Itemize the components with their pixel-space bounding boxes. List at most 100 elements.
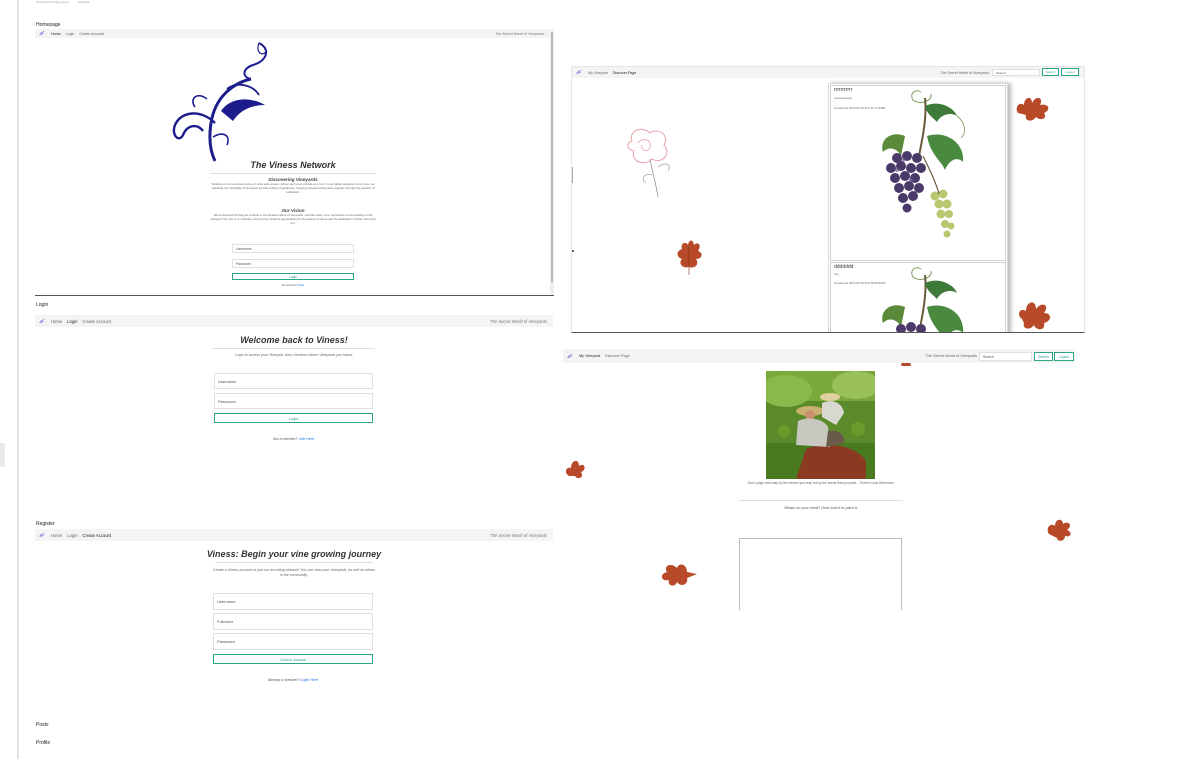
oak-leaf-icon [1041, 519, 1071, 542]
homepage-password-input[interactable]: Password [232, 259, 354, 268]
login-frame: Home Login Create Account The Secret Wor… [35, 315, 553, 515]
profile-quote: Don't judge each day by the harvest you … [747, 481, 895, 485]
grapes-illustration-icon [882, 267, 963, 332]
login-join-link[interactable]: Join Here [299, 437, 314, 441]
vine-logo-icon[interactable] [39, 31, 45, 36]
nav-search-button[interactable]: Search [1034, 352, 1053, 361]
profile-plant-prompt: Whats on your mind? Dont hold it in plan… [784, 506, 858, 510]
nav-discover-link[interactable]: Discover Page [605, 354, 630, 358]
leaf-fragment [901, 363, 911, 366]
nav-login-link[interactable]: Login [67, 319, 77, 324]
profile-navbar: My Vineyard Discover Page The Secret Wor… [563, 349, 1075, 363]
login-join-prompt: Not a member? Join Here [214, 437, 373, 441]
frame-label-profile: Profile [36, 740, 51, 746]
top-strip-text: Viness Home Page Layout [36, 0, 70, 4]
homepage-scrollbar-thumb[interactable] [551, 32, 553, 282]
left-edge-tick [572, 167, 573, 183]
nav-search-button[interactable]: Search [1042, 68, 1059, 76]
register-fullname-input[interactable]: Fullname [213, 613, 373, 630]
post-card-title: rrrrrrrrrrr [834, 87, 853, 93]
post-card[interactable]: ddddddd hey Created at 2024-05-10T12:20:… [830, 262, 1006, 332]
frame-label-login: Login [36, 302, 49, 308]
profile-frame: My Vineyard Discover Page The Secret Wor… [563, 348, 1075, 610]
nav-login-link[interactable]: Login [66, 32, 75, 36]
homepage-section2-text: We envisioned this blog as a tribute to … [210, 213, 376, 225]
nav-logout-button[interactable]: Logout [1054, 352, 1074, 361]
profile-divider [739, 500, 903, 501]
homepage-navbar: Home Login Create Account The Secret Wor… [35, 29, 550, 38]
nav-search-input[interactable]: Search [979, 352, 1032, 361]
profile-post-textarea[interactable] [739, 538, 902, 610]
discover-frame: My Vineyard Discover Page The Secret Wor… [571, 66, 1085, 333]
login-username-input[interactable]: Username [214, 373, 373, 389]
nav-home-link[interactable]: Home [51, 32, 61, 36]
nav-my-vineyard-link[interactable]: My Vineyard [579, 354, 600, 358]
register-frame: Home Login Create Account The Secret Wor… [35, 529, 553, 704]
login-button[interactable]: Login [214, 413, 373, 423]
nav-home-link[interactable]: Home [51, 533, 62, 538]
nav-create-account-link[interactable]: Create Account [82, 319, 111, 324]
register-unlock-button[interactable]: Unlock Access [213, 654, 373, 664]
homepage-frame: Home Login Create Account The Secret Wor… [35, 29, 554, 296]
frame-label-register: Register [36, 521, 55, 527]
post-card[interactable]: rrrrrrrrrrr ssssssssssss Created at 2024… [830, 85, 1006, 261]
vine-logo-icon[interactable] [39, 318, 45, 324]
homepage-title: The Viness Network [250, 160, 336, 170]
register-login-prompt-text: Already a member? [268, 678, 300, 682]
nav-login-link[interactable]: Login [67, 533, 77, 538]
register-password-input[interactable]: Password [213, 633, 373, 650]
canvas-left-rule [17, 0, 19, 759]
register-login-prompt: Already a member? Login Here [213, 678, 373, 682]
login-navbar: Home Login Create Account The Secret Wor… [35, 315, 553, 327]
register-login-link[interactable]: Login Here [300, 678, 318, 682]
post-card-body: ssssssssssss [834, 96, 852, 100]
nav-brand[interactable]: The Secret World of Vineyards [925, 354, 977, 358]
discover-navbar: My Vineyard Discover Page The Secret Wor… [572, 67, 1084, 78]
frame-label-posts: Posts [36, 722, 49, 728]
oak-leaf-icon [677, 240, 702, 275]
vine-logo-icon[interactable] [39, 532, 45, 538]
login-subtitle: Login to access your Vineyard. Also chec… [235, 353, 353, 357]
top-strip-select[interactable]: Select all [78, 0, 89, 4]
homepage-register-link[interactable]: Start [298, 283, 304, 287]
register-title: Viness: Begin your vine growing journey [206, 549, 382, 559]
nav-logout-button[interactable]: Logout [1061, 68, 1079, 76]
nav-discover-link[interactable]: Discover Page [613, 71, 636, 75]
oak-leaf-icon [1008, 97, 1049, 121]
oak-leaf-icon [565, 460, 585, 486]
nav-brand[interactable]: The Secret World of Vineyards [490, 319, 547, 324]
left-edge-dot [572, 250, 574, 252]
nav-brand[interactable]: The Secret World of Vineyards [940, 71, 989, 75]
nav-search-input[interactable]: Search [992, 69, 1040, 76]
homepage-login-button[interactable]: Login [232, 273, 354, 280]
homepage-username-input[interactable]: Username [232, 244, 354, 253]
homepage-register-prompt: No account? Start [232, 283, 354, 287]
homepage-divider [210, 173, 376, 174]
register-subtitle: Create a Viness account to join our recr… [212, 568, 375, 577]
vine-logo-icon[interactable] [567, 353, 573, 359]
nav-create-account-link[interactable]: Create Account [82, 533, 111, 538]
homepage-register-prompt-text: No account? [281, 283, 298, 287]
nav-my-vineyard-link[interactable]: My Vineyard [588, 71, 608, 75]
login-divider [213, 348, 375, 349]
login-title: Welcome back to Viness! [240, 335, 348, 345]
oak-leaf-icon [1012, 302, 1050, 332]
nav-brand[interactable]: The Secret World of Vineyards [490, 533, 547, 538]
register-navbar: Home Login Create Account The Secret Wor… [35, 529, 553, 541]
top-strip: Viness Home Page Layout Select all [36, 0, 89, 4]
post-card-title: ddddddd [834, 264, 854, 270]
vine-logo-icon[interactable] [576, 70, 582, 75]
frame-label-homepage: Homepage [36, 22, 61, 28]
viness-logo-icon [172, 42, 268, 162]
register-username-input[interactable]: Username [213, 593, 373, 610]
nav-brand[interactable]: The Secret World of Vineyards [495, 32, 544, 36]
gardener-photo [766, 371, 875, 479]
homepage-section1-text: Welcome to our exclusive grove of vines … [211, 182, 375, 194]
side-handle[interactable] [0, 443, 5, 467]
oak-leaf-icon [661, 564, 697, 586]
login-password-input[interactable]: Password [214, 393, 373, 409]
grapes-illustration-icon [882, 90, 965, 238]
register-divider [215, 562, 373, 563]
nav-home-link[interactable]: Home [51, 319, 62, 324]
nav-create-account-link[interactable]: Create Account [79, 32, 104, 36]
